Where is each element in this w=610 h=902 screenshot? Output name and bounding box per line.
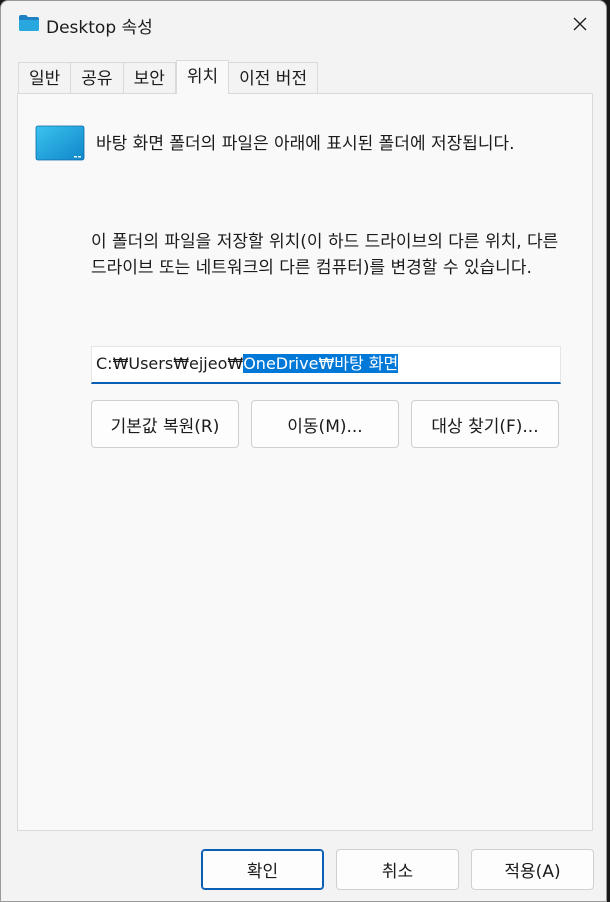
restore-default-button[interactable]: 기본값 복원(R) [91, 400, 239, 448]
tab-previous-versions[interactable]: 이전 버전 [229, 62, 319, 94]
close-button[interactable] [554, 1, 606, 47]
find-target-button[interactable]: 대상 찾기(F)... [411, 400, 559, 448]
properties-dialog: Desktop 속성 일반 공유 보안 위치 이전 버전 바탕 화면 폴더의 파… [0, 0, 607, 902]
location-description: 바탕 화면 폴더의 파일은 아래에 표시된 폴더에 저장됩니다. [96, 134, 515, 154]
folder-path-input[interactable]: C:₩Users₩ejjeo₩OneDrive₩바탕 화면 [91, 346, 561, 384]
ok-button[interactable]: 확인 [201, 849, 324, 890]
close-icon [573, 17, 587, 31]
path-prefix: C:₩Users₩ejjeo₩ [96, 354, 244, 373]
tab-strip: 일반 공유 보안 위치 이전 버전 [18, 60, 319, 94]
desktop-folder-icon [35, 125, 85, 161]
title-bar[interactable]: Desktop 속성 [1, 1, 606, 47]
move-button[interactable]: 이동(M)... [251, 400, 399, 448]
location-panel: 바탕 화면 폴더의 파일은 아래에 표시된 폴더에 저장됩니다. 이 폴더의 파… [17, 93, 593, 831]
cancel-button[interactable]: 취소 [336, 849, 459, 890]
tab-location[interactable]: 위치 [175, 60, 230, 94]
location-info: 이 폴더의 파일을 저장할 위치(이 하드 드라이브의 다른 위치, 다른 드라… [91, 232, 559, 278]
tab-sharing[interactable]: 공유 [71, 62, 124, 94]
path-selected-text: OneDrive₩바탕 화면 [243, 354, 399, 373]
tab-general[interactable]: 일반 [18, 62, 72, 94]
folder-icon [19, 15, 39, 31]
apply-button[interactable]: 적용(A) [471, 849, 594, 890]
tab-security[interactable]: 보안 [123, 62, 176, 94]
window-title: Desktop 속성 [46, 18, 153, 38]
